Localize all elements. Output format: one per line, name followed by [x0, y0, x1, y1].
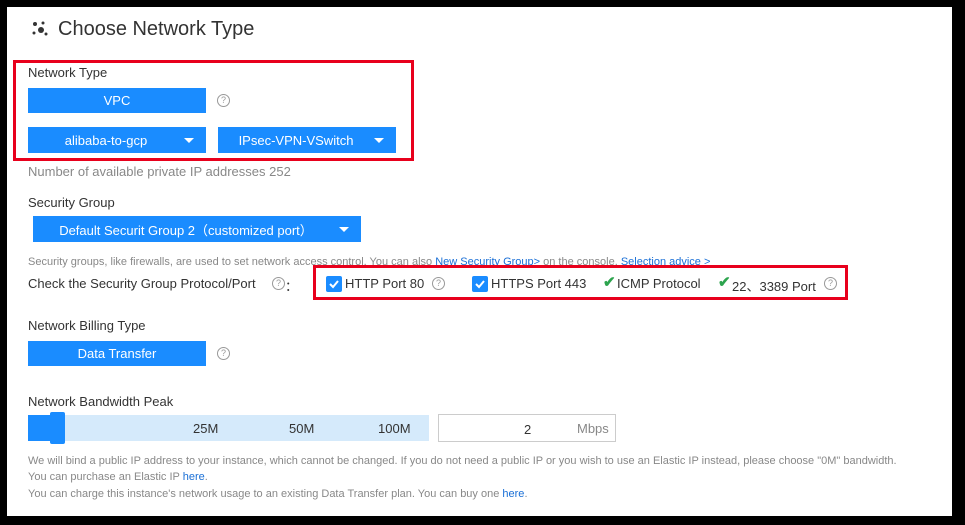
help-icon[interactable]: ? [432, 277, 445, 290]
check-icon [329, 280, 339, 289]
help-icon[interactable]: ? [272, 277, 285, 290]
vpc-button[interactable]: VPC [28, 88, 206, 113]
data-transfer-plan-here-link[interactable]: here [502, 488, 524, 500]
bandwidth-note-2: You can purchase an Elastic IP here. [28, 471, 208, 483]
note-text: . [204, 471, 208, 483]
help-icon[interactable]: ? [824, 277, 837, 290]
note-text: You can charge this instance's network u… [28, 488, 503, 500]
security-group-label: Security Group [28, 195, 115, 210]
bandwidth-label: Network Bandwidth Peak [28, 394, 174, 409]
check-protocol-label: Check the Security Group Protocol/Port [28, 276, 256, 291]
icmp-protocol-label: ICMP Protocol [617, 276, 701, 291]
vpc-button-label: VPC [103, 93, 131, 108]
bandwidth-note-3: You can charge this instance's network u… [28, 488, 528, 500]
network-icon [32, 21, 48, 36]
https-port-label: HTTPS Port 443 [491, 276, 587, 291]
help-icon[interactable]: ? [217, 347, 230, 360]
bandwidth-slider-fill [28, 415, 50, 441]
available-ip-text: Number of available private IP addresses… [28, 164, 291, 179]
note-text: . [524, 488, 528, 500]
security-group-value: Default Securit Group 2（customized port） [59, 222, 313, 238]
tick-icon: ✔ [718, 274, 731, 291]
remote-ports-label: 22、3389 Port [732, 279, 816, 294]
security-group-dropdown[interactable]: Default Securit Group 2（customized port） [33, 216, 361, 242]
chevron-down-icon [374, 137, 384, 143]
bandwidth-slider-handle[interactable] [50, 412, 65, 444]
bandwidth-slider[interactable] [28, 415, 429, 441]
vpc-dropdown-value: alibaba-to-gcp [64, 132, 148, 148]
check-icon [475, 280, 485, 289]
https-port-checkbox[interactable] [472, 276, 488, 292]
bandwidth-unit: Mbps [577, 421, 609, 436]
slider-tick-label: 100M [378, 421, 411, 436]
billing-type-label: Network Billing Type [28, 318, 146, 333]
data-transfer-label: Data Transfer [77, 346, 157, 361]
chevron-down-icon [339, 226, 349, 232]
network-type-label: Network Type [28, 65, 108, 80]
slider-tick-label: 25M [193, 421, 219, 436]
tick-icon: ✔ [603, 274, 616, 291]
bandwidth-note-1: We will bind a public IP address to your… [28, 455, 897, 467]
http-port-label: HTTP Port 80 [345, 276, 425, 291]
bandwidth-value: 2 [524, 422, 532, 437]
chevron-down-icon [184, 137, 194, 143]
bandwidth-input[interactable]: 2 Mbps [438, 414, 616, 442]
data-transfer-button[interactable]: Data Transfer [28, 341, 206, 366]
http-port-checkbox[interactable] [326, 276, 342, 292]
vpc-dropdown[interactable]: alibaba-to-gcp [28, 127, 206, 153]
note-text: You can purchase an Elastic IP [28, 471, 183, 483]
page-title: Choose Network Type [58, 18, 255, 40]
help-icon[interactable]: ? [217, 94, 230, 107]
slider-tick-label: 50M [289, 421, 315, 436]
elastic-ip-here-link[interactable]: here [183, 471, 205, 483]
vswitch-dropdown[interactable]: IPsec-VPN-VSwitch [218, 127, 396, 153]
vswitch-dropdown-value: IPsec-VPN-VSwitch [238, 132, 354, 148]
check-colon: ： [285, 279, 299, 294]
